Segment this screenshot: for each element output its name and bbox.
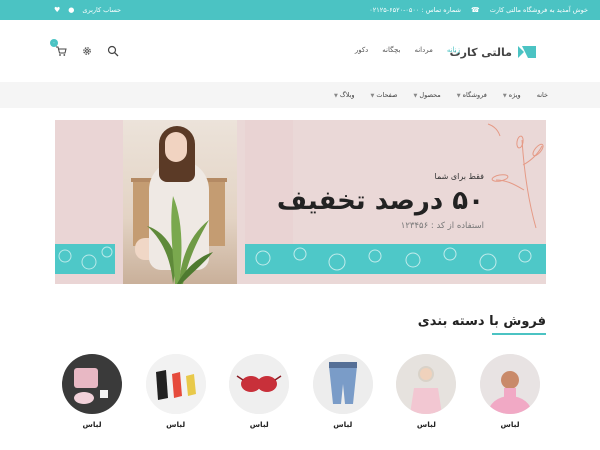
category-label: لباس	[500, 420, 520, 429]
catnav-special[interactable]: ویژه▼	[503, 91, 521, 99]
logo-mark	[518, 44, 536, 60]
banner-mid-tile	[245, 120, 293, 244]
category-image-red-bra	[229, 354, 290, 414]
category-nav: خانه ویژه▼ فروشگاه▼ محصول▼ صفحات▼ وبلاگ▼	[334, 82, 548, 108]
nav-women[interactable]: زنانه	[447, 46, 460, 54]
section-title-underline	[492, 333, 546, 335]
catnav-shop[interactable]: فروشگاه▼	[457, 91, 487, 99]
promo-subtitle: فقط برای شما	[434, 172, 484, 181]
phone-text: شماره تماس : ۰۵۰۰-۶۵۲۰-۰۲۱۲۵	[369, 6, 461, 14]
main-nav: زنانه مردانه بچگانه دکور	[355, 46, 460, 54]
catnav-home[interactable]: خانه	[537, 91, 548, 99]
category-image-sneakers	[145, 354, 206, 414]
nav-decor[interactable]: دکور	[355, 46, 368, 54]
cart-badge: ۰	[50, 39, 58, 47]
chevron-down-icon: ▼	[413, 93, 418, 99]
heart-icon[interactable]: ♥	[54, 6, 60, 14]
catnav-blog[interactable]: وبلاگ▼	[334, 91, 355, 99]
banner-stripe-left	[55, 244, 115, 274]
category-label: لباس	[249, 420, 269, 429]
category-label: لباس	[166, 420, 186, 429]
chevron-down-icon: ▼	[456, 93, 461, 99]
promo-code: استفاده از کد : ۱۲۳۴۵۶	[400, 221, 484, 231]
welcome-text: خوش آمدید به فروشگاه مالتی کارت	[489, 6, 588, 14]
category-item[interactable]: لباس	[480, 354, 540, 444]
category-label: لباس	[82, 420, 102, 429]
catnav-pages-label: صفحات	[376, 91, 398, 99]
section-title: فروش با دسته بندی	[417, 314, 546, 329]
category-label: لباس	[416, 420, 436, 429]
banner-stripe-right	[245, 244, 546, 274]
category-item[interactable]: لباس	[229, 354, 290, 444]
top-bar: خوش آمدید به فروشگاه مالتی کارت ☎ شماره …	[0, 0, 600, 20]
user-icon[interactable]: ●	[68, 6, 74, 14]
category-image-blouse	[396, 354, 457, 414]
category-item[interactable]: لباس	[62, 354, 123, 444]
promo-title: ۵۰ درصد تخفیف	[276, 186, 484, 216]
plant-decoration	[147, 196, 213, 284]
category-item[interactable]: لباس	[396, 354, 457, 444]
cart-icon[interactable]: ۰	[50, 39, 68, 58]
header: مالتی کارت زنانه مردانه بچگانه دکور ۰	[0, 20, 600, 82]
catnav-product-label: محصول	[419, 91, 441, 99]
promo-banner[interactable]: فقط برای شما ۵۰ درصد تخفیف استفاده از کد…	[55, 120, 546, 284]
category-image-pink-top	[480, 354, 540, 414]
chevron-down-icon: ▼	[502, 93, 507, 99]
category-image-pink-accessories	[62, 354, 123, 414]
logo[interactable]: مالتی کارت	[450, 44, 536, 60]
settings-icon[interactable]	[80, 44, 94, 58]
nav-men[interactable]: مردانه	[414, 46, 432, 54]
nav-kids[interactable]: بچگانه	[382, 46, 400, 54]
category-nav-bar: خانه ویژه▼ فروشگاه▼ محصول▼ صفحات▼ وبلاگ▼	[0, 82, 600, 108]
category-image-jeans	[312, 354, 373, 414]
chevron-down-icon: ▼	[370, 93, 375, 99]
category-list: لباس لباس لباس لباس لباس لباس	[62, 354, 540, 444]
account-link[interactable]: حساب کاربری	[82, 6, 121, 14]
catnav-product[interactable]: محصول▼	[414, 91, 441, 99]
category-item[interactable]: لباس	[312, 354, 373, 444]
category-item[interactable]: لباس	[145, 354, 206, 444]
phone-icon: ☎	[471, 6, 480, 14]
category-label: لباس	[333, 420, 353, 429]
catnav-special-label: ویژه	[508, 91, 521, 99]
search-icon[interactable]	[106, 44, 120, 58]
header-icons: ۰	[50, 39, 120, 58]
catnav-shop-label: فروشگاه	[462, 91, 487, 99]
chevron-down-icon: ▼	[334, 93, 338, 99]
catnav-pages[interactable]: صفحات▼	[371, 91, 398, 99]
catnav-blog-label: وبلاگ	[339, 91, 355, 99]
